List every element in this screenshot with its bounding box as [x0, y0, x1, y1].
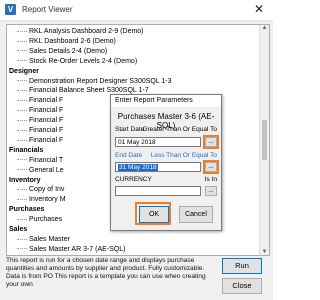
tree-connector [17, 218, 27, 220]
report-description: This report is run for a chosen date ran… [6, 257, 206, 288]
tree-item[interactable]: Financial T [17, 156, 63, 165]
scroll-thumb[interactable] [262, 120, 267, 160]
enter-parameters-dialog: Enter Report Parameters Purchases Master… [110, 94, 222, 231]
dialog-title: Enter Report Parameters [111, 95, 221, 107]
tree-item[interactable]: Demonstration Report Designer S300SQL 1-… [17, 77, 172, 86]
end-date-browse-button[interactable]: ... [205, 162, 217, 172]
tree-item-label: RKL Analysis Dashboard 2-9 (Demo) [29, 28, 144, 35]
tree-item-label: Sales Details 2-4 (Demo) [29, 47, 108, 55]
ok-button[interactable]: OK [139, 206, 169, 223]
tree-item-label: Financial F [29, 136, 64, 144]
tree-item-label: Financial F [29, 97, 64, 105]
tree-item-label: Financial F [29, 127, 64, 134]
tree-connector [17, 129, 27, 131]
tree-connector [17, 99, 27, 101]
end-date-input[interactable]: 31 May 2018 [115, 162, 201, 172]
start-date-label: Start Date [115, 126, 145, 133]
tree-item-label: General Le [29, 166, 64, 174]
tree-item[interactable]: Financial F [17, 136, 63, 145]
tree-connector [17, 159, 27, 161]
tree-connector [17, 169, 27, 171]
tree-connector [17, 189, 27, 191]
tree-item-label: Financial T [29, 156, 64, 164]
tree-item[interactable]: RKL Dashboard 2-6 (Demo) [17, 37, 116, 46]
tree-item-label: Purchases [9, 206, 45, 214]
tree-connector [17, 30, 27, 32]
tree-item[interactable]: Copy of Inv [17, 185, 64, 194]
tree-connector [17, 109, 27, 111]
tree-connector [17, 139, 27, 141]
tree-item-label: Designer [9, 67, 39, 75]
tree-category[interactable]: Sales [9, 225, 27, 234]
tree-item[interactable]: Financial F [17, 126, 63, 135]
tree-item-label: Inventory M [29, 196, 66, 204]
title-bar: V Report Viewer ✕ [0, 0, 273, 21]
tree-connector [17, 80, 27, 82]
tree-item-label: Sales [9, 226, 28, 233]
tree-item[interactable]: Financial F [17, 96, 63, 105]
tree-item-label: Demonstration Report Designer S300SQL 1-… [29, 77, 172, 85]
close-window-icon[interactable]: ✕ [254, 2, 264, 16]
currency-label: CURRENCY [115, 176, 152, 183]
tree-item[interactable]: Sales Master AR 3-7 (AE-SQL) [17, 245, 125, 254]
tree-item[interactable]: Financial F [17, 106, 63, 115]
tree-connector [17, 50, 27, 52]
tree-item[interactable]: Inventory M [17, 195, 66, 204]
tree-item-label: Purchases [29, 216, 63, 224]
tree-connector [17, 40, 27, 42]
tree-connector [17, 90, 27, 92]
tree-connector [17, 60, 27, 62]
tree-scrollbar[interactable]: ▲ ▼ [259, 25, 269, 255]
tree-category[interactable]: Designer [9, 67, 39, 76]
start-date-browse-button[interactable]: ... [205, 137, 217, 147]
tree-item-label: Financial F [29, 117, 64, 125]
end-date-value: 31 May 2018 [118, 164, 158, 171]
report-viewer-window: V Report Viewer ✕ Sales Master AR 3-7 (A… [0, 0, 273, 300]
tree-category[interactable]: Inventory [9, 176, 41, 185]
run-button[interactable]: Run [222, 258, 262, 274]
currency-operator: Is In [204, 176, 217, 183]
cancel-button[interactable]: Cancel [179, 206, 213, 223]
currency-browse-button[interactable]: ... [205, 186, 217, 196]
tree-item-label: RKL Dashboard 2-6 (Demo) [29, 37, 116, 45]
end-date-operator: Less Than Or Equal To [150, 152, 217, 159]
close-button[interactable]: Close [222, 278, 262, 294]
app-icon: V [5, 4, 16, 15]
tree-connector [17, 248, 27, 250]
tree-item-label: Financial F [29, 107, 64, 115]
tree-item[interactable]: Purchases [17, 215, 62, 224]
tree-item-label: Sales Master AR 3-7 (AE-SQL) [29, 245, 126, 253]
tree-connector [17, 238, 27, 240]
tree-item-label: Copy of Inv [29, 186, 65, 194]
currency-input[interactable] [115, 186, 201, 196]
start-date-operator: Greater Than Or Equal To [142, 126, 217, 133]
tree-item[interactable]: Sales Details 2-4 (Demo) [17, 47, 107, 56]
tree-item[interactable]: RKL Analysis Dashboard 2-9 (Demo) [17, 27, 144, 36]
start-date-input[interactable]: 01 May 2018 [115, 137, 201, 147]
tree-category[interactable]: Financials [9, 146, 43, 155]
tree-item[interactable]: Stock Re-Order Levels 2-4 (Demo) [17, 57, 137, 66]
tree-item[interactable]: Sales Master [17, 235, 70, 244]
tree-item-label: Sales Master [29, 235, 70, 243]
tree-connector [17, 119, 27, 121]
tree-connector [17, 198, 27, 200]
scroll-up-icon[interactable]: ▲ [260, 25, 269, 31]
tree-item-label: Stock Re-Order Levels 2-4 (Demo) [29, 57, 138, 65]
scroll-down-icon[interactable]: ▼ [260, 249, 269, 255]
tree-item[interactable]: General Le [17, 166, 64, 175]
window-title: Report Viewer [22, 5, 73, 14]
tree-item-label: Inventory [9, 176, 41, 184]
tree-item[interactable]: Financial F [17, 116, 63, 125]
end-date-label: End Date [115, 152, 143, 159]
tree-category[interactable]: Purchases [9, 205, 44, 214]
tree-item-label: Financials [9, 146, 44, 154]
